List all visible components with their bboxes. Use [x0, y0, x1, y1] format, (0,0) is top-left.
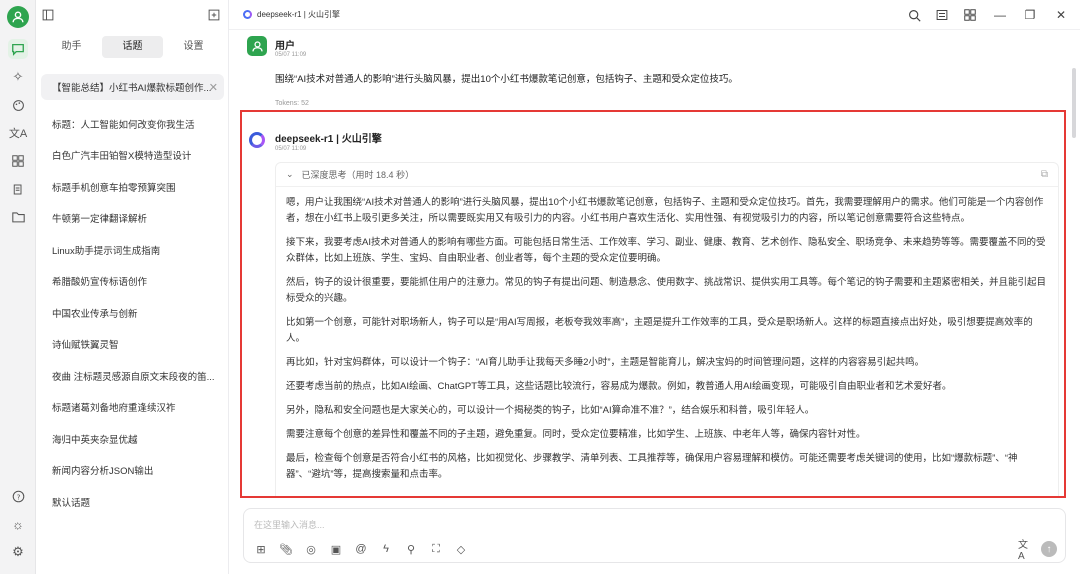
folder-icon[interactable] [8, 207, 28, 227]
thinking-paragraph: 再比如，针对宝妈群体，可以设计一个钩子：“AI育儿助手让我每天多睡2小时”，主题… [286, 357, 925, 368]
thinking-paragraph: 比如第一个创意，可能针对职场新人，钩子可以是“用AI写周报，老板夸我效率高”，主… [286, 317, 1033, 344]
assistant-message: deepseek-r1 | 火山引擎 05/07 11:09 ⌄ 已深度思考（用… [240, 110, 1066, 498]
mention-icon[interactable]: @ [354, 542, 368, 556]
thinking-panel: ⌄ 已深度思考（用时 18.4 秒） ⧉ 嗯，用户让我围绕“AI技术对普通人的影… [275, 162, 1059, 496]
thinking-paragraph: 然后，钩子的设计很重要，要能抓住用户的注意力。常见的钩子有提出问题、制造悬念、使… [286, 277, 1047, 304]
brightness-icon[interactable]: ☼ [8, 514, 28, 534]
thinking-paragraph: 嗯，用户让我围绕“AI技术对普通人的影响”进行头脑风暴，提出10个小红书爆款笔记… [286, 197, 1044, 224]
svg-text:?: ? [16, 492, 20, 501]
scrollbar[interactable] [1072, 68, 1076, 138]
model-selector[interactable]: deepseek-r1 | 火山引擎 [243, 9, 340, 20]
topic-sidebar: 助手 话题 设置 【智能总结】小红书AI爆款标题创作... ✕ 标题：人工智能如何… [36, 0, 229, 574]
thinking-paragraph: 需要注意每个创意的差异性和覆盖不同的子主题，避免重复。同时，受众定位要精准，比如… [286, 429, 866, 440]
topic-item[interactable]: 牛顿第一定律翻译解析 [41, 203, 224, 235]
title-bar: deepseek-r1 | 火山引擎 — ❐ ✕ [229, 0, 1080, 30]
close-icon[interactable]: ✕ [209, 81, 218, 94]
translate-input-icon[interactable]: 文A [1018, 540, 1032, 562]
copy-icon[interactable]: ⧉ [1041, 169, 1048, 180]
chevron-down-icon: ⌄ [286, 169, 294, 179]
assistant-timestamp: 05/07 11:09 [275, 146, 307, 152]
expand-icon[interactable]: ⛶ [429, 542, 443, 556]
topic-item[interactable]: 默认话题 [41, 486, 224, 518]
thinking-paragraph: 最后，检查每个创意是否符合小红书的风格，比如视觉化、步骤教学、清单列表、工具推荐… [286, 453, 1018, 480]
assistant-name: deepseek-r1 | 火山引擎 [275, 134, 382, 145]
thinking-content: 嗯，用户让我围绕“AI技术对普通人的影响”进行头脑风暴，提出10个小红书爆款笔记… [276, 187, 1058, 483]
sparkle-icon[interactable]: ✧ [8, 67, 28, 87]
input-toolbar: ⊞ 📎︎ ◎ ▣ @ ϟ ⚲ ⛶ ◇ [254, 542, 468, 556]
web-search-icon[interactable]: ◎ [304, 542, 318, 556]
person-icon [12, 11, 24, 23]
tab-topics[interactable]: 话题 [102, 36, 163, 58]
message-input-box[interactable]: 在这里输入消息... ⊞ 📎︎ ◎ ▣ @ ϟ ⚲ ⛶ ◇ 文A ↑ [243, 508, 1066, 563]
message-input-placeholder[interactable]: 在这里输入消息... [254, 518, 325, 531]
files-icon[interactable] [8, 179, 28, 199]
new-topic-icon[interactable] [206, 7, 222, 23]
tab-settings[interactable]: 设置 [163, 36, 224, 58]
settings-icon[interactable]: ⚙ [8, 542, 28, 562]
sidebar-tabs: 助手 话题 设置 [41, 36, 224, 58]
tab-assistant[interactable]: 助手 [41, 36, 102, 58]
pin-icon[interactable]: ⚲ [404, 542, 418, 556]
topic-item[interactable]: Linux助手提示词生成指南 [41, 234, 224, 266]
topic-item[interactable]: 新闻内容分析JSON输出 [41, 455, 224, 487]
close-window-icon[interactable]: ✕ [1052, 6, 1070, 24]
user-avatar-icon [247, 36, 267, 56]
topic-item[interactable]: 希腊酸奶宣传标语创作 [41, 266, 224, 298]
window-title: deepseek-r1 | 火山引擎 [257, 10, 340, 19]
new-chat-icon[interactable]: ⊞ [254, 542, 268, 556]
thinking-paragraph: 接下来，我要考虑AI技术对普通人的影响有哪些方面。可能包括日常生活、工作效率、学… [286, 237, 1046, 264]
chat-area: 用户 05/07 11:09 围绕“AI技术对普通人的影响”进行头脑风暴，提出1… [229, 30, 1080, 504]
thinking-label: 已深度思考（用时 18.4 秒） [301, 170, 415, 180]
layout-icon[interactable] [933, 6, 951, 24]
apps-icon[interactable] [8, 151, 28, 171]
send-button[interactable]: ↑ [1041, 541, 1057, 557]
sidebar-toolbar [36, 0, 228, 30]
clear-icon[interactable]: ◇ [454, 542, 468, 556]
model-logo-icon [243, 10, 252, 19]
restore-icon[interactable]: ❐ [1021, 6, 1039, 24]
topic-list: 【智能总结】小红书AI爆款标题创作... ✕ 标题：人工智能如何改变你我生活 白色… [41, 74, 224, 518]
deepseek-logo-icon [249, 132, 265, 148]
left-rail: ✧ 文A ? ☼ ⚙ [0, 0, 36, 574]
topic-item[interactable]: 标题：人工智能如何改变你我生活 [41, 108, 224, 140]
palette-icon[interactable] [8, 95, 28, 115]
topic-item[interactable]: 标题诸葛刘备地府重逢续汉祚 [41, 392, 224, 424]
quick-phrase-icon[interactable]: ϟ [379, 542, 393, 556]
grid-icon[interactable] [961, 6, 979, 24]
help-icon[interactable]: ? [8, 486, 28, 506]
topic-item[interactable]: 白色广汽丰田铂智X模特造型设计 [41, 140, 224, 172]
topic-item[interactable]: 中国农业传承与创新 [41, 297, 224, 329]
topic-item[interactable]: 海归中英夹杂显优越 [41, 423, 224, 455]
chat-icon[interactable] [8, 39, 28, 59]
minimize-icon[interactable]: — [991, 6, 1009, 24]
topic-item[interactable]: 标题手机创意车拍零预算突围 [41, 171, 224, 203]
topic-item[interactable]: 夜曲 注标题灵感源自原文末段夜的笛... [41, 360, 224, 392]
attachment-icon[interactable]: 📎︎ [279, 542, 293, 556]
user-name: 用户 [275, 41, 295, 52]
thinking-toggle[interactable]: ⌄ 已深度思考（用时 18.4 秒） ⧉ [276, 163, 1058, 187]
token-count: Tokens: 52 [275, 100, 309, 107]
search-icon[interactable] [905, 6, 923, 24]
thinking-paragraph: 另外，隐私和安全问题也是大家关心的，可以设计一个揭秘类的钩子，比如“AI算命准不… [286, 405, 815, 416]
topic-item-active[interactable]: 【智能总结】小红书AI爆款标题创作... ✕ [41, 74, 224, 100]
user-timestamp: 05/07 11:09 [275, 52, 307, 58]
translate-icon[interactable]: 文A [8, 123, 28, 143]
topic-item[interactable]: 诗仙赋铁翼灵智 [41, 329, 224, 361]
knowledge-base-icon[interactable]: ▣ [329, 542, 343, 556]
user-avatar[interactable] [7, 6, 29, 28]
thinking-paragraph: 还要考虑当前的热点，比如AI绘画、ChatGPT等工具，这些话题比较流行，容易成… [286, 381, 952, 392]
user-message-text: 围绕“AI技术对普通人的影响”进行头脑风暴，提出10个小红书爆款笔记创意，包括钩… [275, 74, 738, 85]
collapse-sidebar-icon[interactable] [40, 7, 56, 23]
